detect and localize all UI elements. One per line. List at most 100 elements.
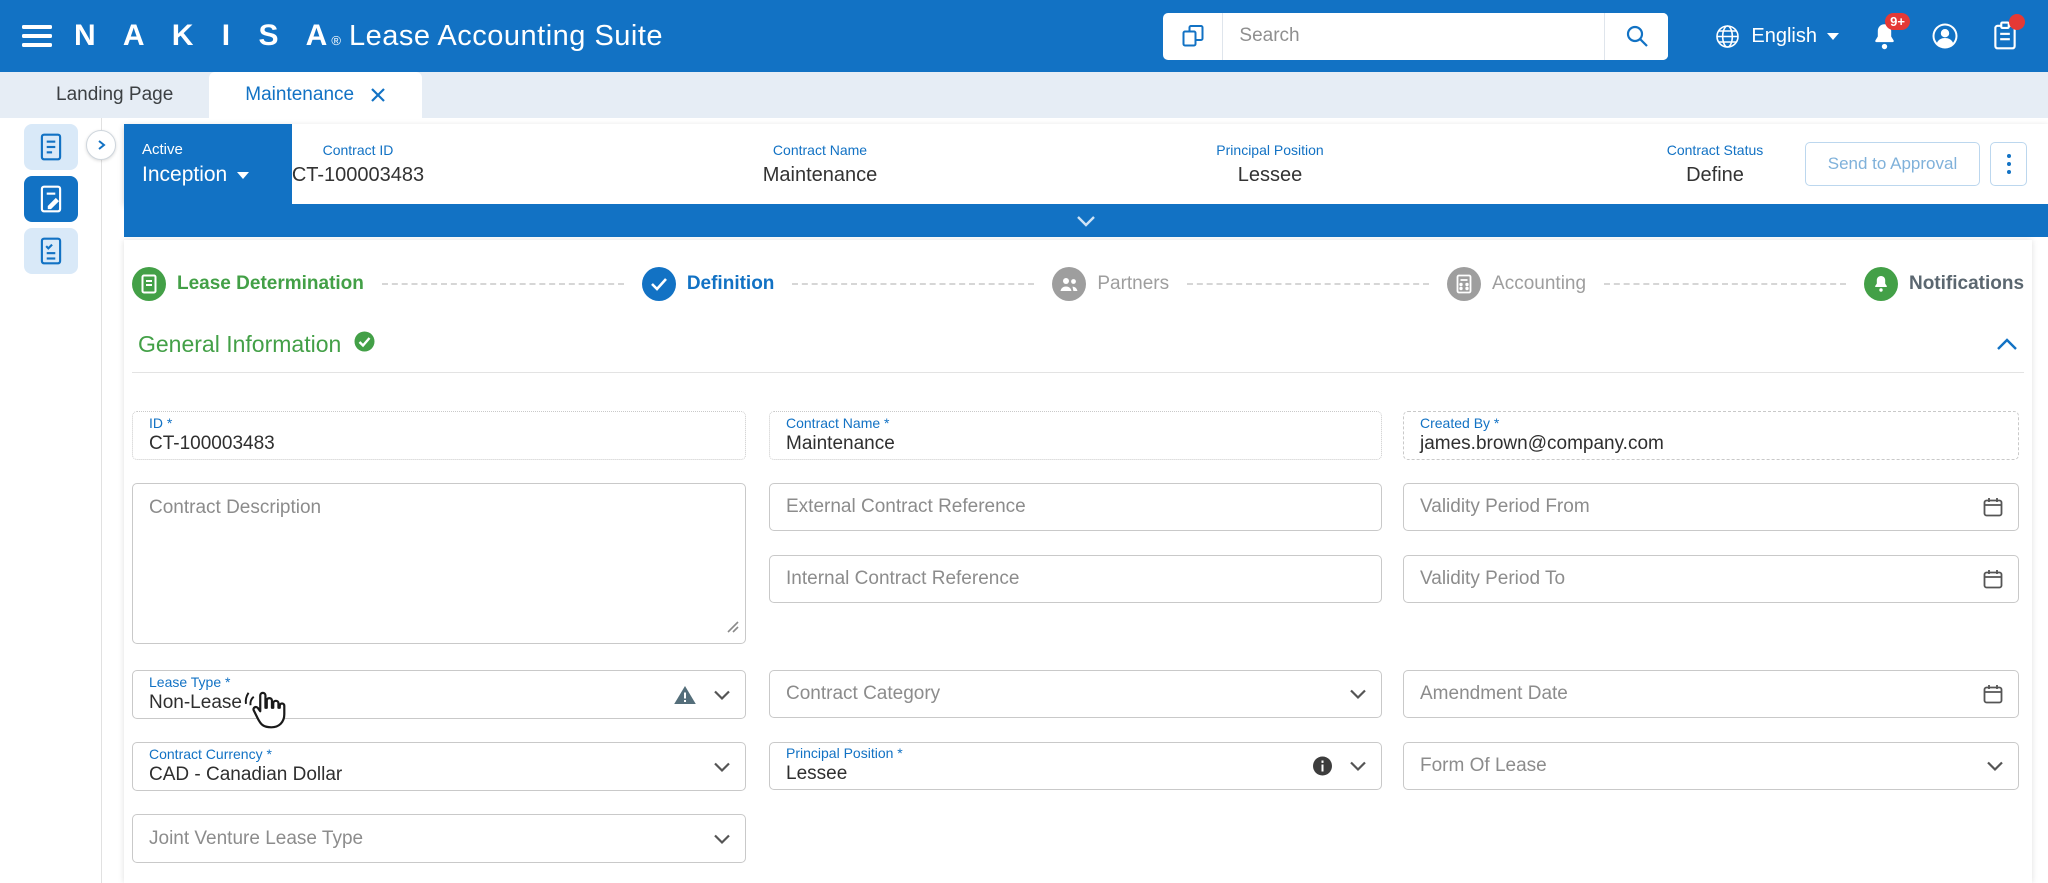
contract-name-label: Contract Name * xyxy=(786,414,890,431)
tab-bar: Landing Page Maintenance xyxy=(0,72,2048,118)
contract-checklist-icon[interactable] xyxy=(24,228,78,274)
contract-summary-icon[interactable] xyxy=(24,124,78,170)
contract-id-label: Contract ID xyxy=(322,141,394,158)
joint-venture-placeholder: Joint Venture Lease Type xyxy=(149,827,364,849)
step-partners[interactable]: Partners xyxy=(1052,267,1169,301)
warning-triangle-icon[interactable] xyxy=(673,684,697,705)
stacked-documents-icon[interactable] xyxy=(1163,12,1224,60)
search-icon[interactable] xyxy=(1604,12,1669,60)
registered-mark: ® xyxy=(331,33,341,48)
form-of-lease-field[interactable]: Form Of Lease xyxy=(1403,742,2019,790)
send-to-approval-button[interactable]: Send to Approval xyxy=(1805,142,1980,186)
stepper-connector xyxy=(1604,283,1846,285)
contract-edit-icon[interactable] xyxy=(24,176,78,222)
contract-status-label: Contract Status xyxy=(1666,141,1764,158)
contract-category-field[interactable]: Contract Category xyxy=(769,670,1382,718)
principal-position-value: Lessee xyxy=(786,763,848,785)
resize-handle-icon[interactable] xyxy=(725,619,739,638)
brand-name: N A K I S A xyxy=(74,19,338,52)
language-selector[interactable]: English xyxy=(1714,23,1839,50)
chevron-down-icon[interactable] xyxy=(713,689,731,700)
chevron-down-icon[interactable] xyxy=(1986,761,2004,772)
validity-period-from-field[interactable]: Validity Period From xyxy=(1403,483,2019,531)
created-by-value: james.brown@company.com xyxy=(1420,432,1664,454)
contract-status-field: Contract Status Define xyxy=(1667,124,1764,204)
left-sidebar xyxy=(0,118,102,883)
header-collapse-strip[interactable] xyxy=(124,204,2048,237)
lease-determination-icon xyxy=(132,267,166,301)
contract-currency-field[interactable]: Contract Currency * CAD - Canadian Dolla… xyxy=(132,742,746,791)
contract-description-placeholder: Contract Description xyxy=(149,497,322,518)
partners-icon xyxy=(1052,267,1087,301)
joint-venture-lease-type-field[interactable]: Joint Venture Lease Type xyxy=(132,814,746,863)
step-accounting[interactable]: Accounting xyxy=(1447,267,1586,301)
validity-from-placeholder: Validity Period From xyxy=(1420,496,1590,517)
chevron-down-icon[interactable] xyxy=(713,833,731,844)
id-field[interactable]: ID * CT-100003483 xyxy=(132,411,746,460)
general-information-header: General Information xyxy=(132,328,2024,360)
contract-currency-value: CAD - Canadian Dollar xyxy=(149,763,343,785)
validity-period-to-field[interactable]: Validity Period To xyxy=(1403,555,2019,603)
contract-id-field: Contract ID CT-100003483 xyxy=(292,124,424,204)
external-ref-placeholder: External Contract Reference xyxy=(786,496,1026,517)
notification-count-badge: 9+ xyxy=(1885,12,1910,30)
search-input[interactable] xyxy=(1223,12,1605,60)
notifications-bell-icon[interactable]: 9+ xyxy=(1871,12,1910,51)
chevron-down-icon[interactable] xyxy=(1349,761,1367,772)
contract-id-value: CT-100003483 xyxy=(291,163,425,186)
lease-type-field[interactable]: Lease Type * Non-Lease xyxy=(132,670,746,719)
created-by-field[interactable]: Created By * james.brown@company.com xyxy=(1403,411,2019,460)
principal-position-field: Principal Position Lessee xyxy=(1216,124,1323,204)
globe-icon xyxy=(1716,24,1740,48)
section-title: General Information xyxy=(138,330,342,357)
accounting-calculator-icon xyxy=(1447,267,1482,301)
close-icon[interactable] xyxy=(370,87,386,103)
principal-position-value: Lessee xyxy=(1237,163,1303,186)
step-lease-determination[interactable]: Lease Determination xyxy=(132,267,364,301)
phase-label: Inception xyxy=(142,163,228,186)
tab-label: Maintenance xyxy=(245,84,355,105)
principal-position-label: Principal Position * xyxy=(786,745,903,762)
tasks-clipboard-icon[interactable] xyxy=(1992,14,2025,51)
lease-type-label: Lease Type * xyxy=(149,673,231,690)
general-information-form: ID * CT-100003483 Contract Name * Mainte… xyxy=(132,411,2024,871)
global-search xyxy=(1163,12,1669,60)
tasks-badge xyxy=(2009,14,2025,30)
section-complete-check-icon xyxy=(353,330,376,358)
calendar-icon[interactable] xyxy=(1982,568,2004,590)
internal-contract-reference-field[interactable]: Internal Contract Reference xyxy=(769,555,1382,603)
main-area: Active Inception Contract ID CT-10000348… xyxy=(0,118,2048,883)
chevron-down-icon[interactable] xyxy=(713,761,731,772)
sidebar-expand-chevron[interactable] xyxy=(86,130,116,160)
id-value: CT-100003483 xyxy=(149,432,275,454)
app-logo: N A K I S A ® Lease Accounting Suite xyxy=(74,19,663,53)
chevron-down-icon xyxy=(237,171,250,179)
more-actions-kebab-icon[interactable] xyxy=(1990,142,2027,186)
contract-name-label: Contract Name xyxy=(772,141,868,158)
contract-name-value: Maintenance xyxy=(762,163,878,186)
chevron-down-icon xyxy=(1827,32,1839,40)
amendment-date-field[interactable]: Amendment Date xyxy=(1403,670,2019,718)
contract-description-field[interactable]: Contract Description xyxy=(132,483,746,644)
contract-currency-label: Contract Currency * xyxy=(149,745,272,762)
step-definition[interactable]: Definition xyxy=(641,267,774,301)
tab-maintenance[interactable]: Maintenance xyxy=(209,72,423,118)
app-header: N A K I S A ® Lease Accounting Suite Eng… xyxy=(0,0,2048,72)
contract-name-field[interactable]: Contract Name * Maintenance xyxy=(769,411,1382,460)
stepper-connector xyxy=(1187,283,1430,285)
contract-active-status: Active xyxy=(142,141,183,158)
tab-landing-page[interactable]: Landing Page xyxy=(20,72,209,118)
id-label: ID * xyxy=(149,414,173,431)
principal-position-field[interactable]: Principal Position * Lessee xyxy=(769,742,1382,790)
amendment-date-placeholder: Amendment Date xyxy=(1420,683,1568,704)
account-icon[interactable] xyxy=(1930,21,1960,51)
external-contract-reference-field[interactable]: External Contract Reference xyxy=(769,483,1382,531)
info-icon[interactable] xyxy=(1312,756,1333,777)
hamburger-menu-icon[interactable] xyxy=(0,0,74,72)
step-notifications[interactable]: Notifications xyxy=(1863,267,2024,301)
chevron-down-icon[interactable] xyxy=(1349,689,1367,700)
calendar-icon[interactable] xyxy=(1982,496,2004,518)
section-collapse-chevron-up-icon[interactable] xyxy=(1996,337,2018,351)
calendar-icon[interactable] xyxy=(1982,683,2004,705)
phase-dropdown[interactable]: Active Inception xyxy=(124,124,292,204)
